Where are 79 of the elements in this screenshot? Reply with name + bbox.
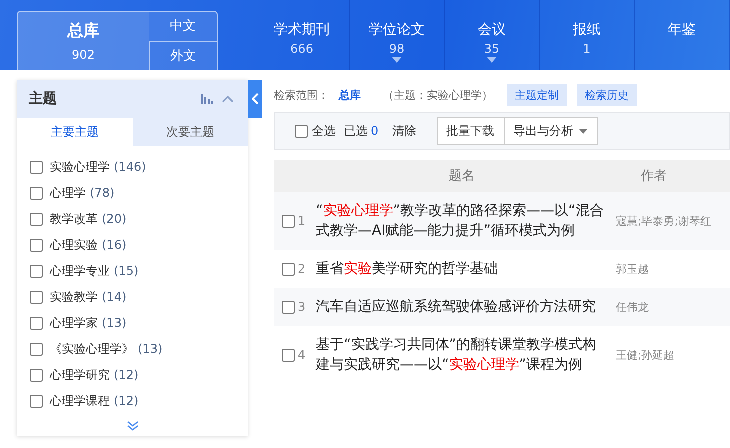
topic-option[interactable]: 心理实验 <box>50 236 98 254</box>
collapse-button[interactable] <box>248 80 262 118</box>
topic-option[interactable]: 实验心理学 <box>50 158 110 176</box>
language-tab[interactable]: 中文 <box>149 12 217 40</box>
facet-tab[interactable]: 次要主题 <box>132 118 248 146</box>
row-number: 1 <box>298 214 307 228</box>
database-count: 35 <box>484 42 500 56</box>
total-tab[interactable]: 总库 902 <box>18 12 149 70</box>
toolbar-button[interactable]: 批量下载 <box>436 117 505 145</box>
facet-title: 主题 <box>29 90 58 108</box>
chevron-left-icon <box>252 93 258 105</box>
selected-count: 0 <box>371 124 379 138</box>
scope-value[interactable]: 总库 <box>339 88 361 102</box>
topic-count: (14) <box>102 290 127 304</box>
database-count: 666 <box>290 42 314 56</box>
double-chevron-down-icon[interactable] <box>126 421 138 431</box>
topic-option[interactable]: 《实验心理学》 <box>50 340 134 358</box>
topic-option[interactable]: 心理学家 <box>50 314 98 332</box>
checkbox[interactable] <box>30 238 43 252</box>
caret-icon[interactable] <box>392 57 402 63</box>
toolbar-button[interactable]: 导出与分析 <box>504 117 598 145</box>
row-number: 4 <box>298 348 307 362</box>
selected-label: 已选 <box>344 122 368 140</box>
topic-count: (12) <box>114 368 139 382</box>
clear-link[interactable]: 清除 <box>392 122 417 140</box>
database-tab[interactable]: 报纸 <box>573 21 601 39</box>
checkbox[interactable] <box>30 212 43 226</box>
topic-option[interactable]: 实验教学 <box>50 288 98 306</box>
topic-option[interactable]: 心理学研究 <box>50 366 110 384</box>
author-names[interactable]: 王健;孙延超 <box>616 348 675 362</box>
scope-label: 检索范围： <box>274 88 329 102</box>
checkbox[interactable] <box>30 368 43 382</box>
checkbox[interactable] <box>30 186 43 200</box>
scope-button[interactable]: 检索历史 <box>577 84 637 106</box>
select-all-label[interactable]: 全选 <box>312 122 336 140</box>
database-count: 98 <box>389 42 405 56</box>
checkbox[interactable] <box>30 316 43 330</box>
row-number: 3 <box>298 300 307 314</box>
checkbox[interactable] <box>282 348 295 362</box>
article-title[interactable]: 汽车自适应巡航系统驾驶体验感评价方法研究 <box>316 297 608 317</box>
checkbox[interactable] <box>282 262 295 276</box>
topic-count: (16) <box>102 238 127 252</box>
column-header: 题名 <box>449 168 475 185</box>
checkbox[interactable] <box>30 264 43 278</box>
bar-chart-icon[interactable] <box>201 94 214 104</box>
article-title[interactable]: 基于“实践学习共同体”的翻转课堂教学模式构建与实践研究——以“实验心理学”课程为例 <box>316 335 608 375</box>
database-count: 1 <box>583 42 591 56</box>
article-title[interactable]: 重省实验美学研究的哲学基础 <box>316 259 608 279</box>
article-title[interactable]: “实验心理学”教学改革的路径探索——以“混合式教学—AI赋能—能力提升”循环模式为例 <box>316 201 608 241</box>
checkbox[interactable] <box>282 300 295 314</box>
topic-option[interactable]: 心理学专业 <box>50 262 110 280</box>
topic-option[interactable]: 心理学 <box>50 184 86 202</box>
topic-option[interactable]: 心理学课程 <box>50 392 110 410</box>
topic-count: (15) <box>114 264 139 278</box>
topic-count: (78) <box>90 186 115 200</box>
author-names[interactable]: 郭玉越 <box>616 262 649 276</box>
database-tab[interactable]: 年鉴 <box>668 21 696 39</box>
scope-button[interactable]: 主题定制 <box>507 84 567 106</box>
checkbox[interactable] <box>30 160 43 174</box>
database-tab[interactable]: 学位论文 <box>369 21 425 39</box>
checkbox[interactable] <box>282 214 295 228</box>
checkbox[interactable] <box>30 342 43 356</box>
checkbox[interactable] <box>30 290 43 304</box>
topic-count: (13) <box>138 342 163 356</box>
database-tab[interactable]: 会议 <box>478 21 506 39</box>
topic-count: (20) <box>102 212 127 226</box>
checkbox[interactable] <box>30 394 43 408</box>
row-number: 2 <box>298 262 307 276</box>
topic-option[interactable]: 教学改革 <box>50 210 98 228</box>
topic-count: (12) <box>114 394 139 408</box>
topic-count: (146) <box>114 160 146 174</box>
topic-count: (13) <box>102 316 127 330</box>
query-text: （主题：实验心理学） <box>383 88 493 102</box>
caret-icon <box>578 128 588 134</box>
database-tab[interactable]: 学术期刊 <box>274 21 330 39</box>
caret-icon[interactable] <box>487 57 497 63</box>
column-header: 作者 <box>641 168 667 185</box>
language-tab[interactable]: 外文 <box>149 40 217 70</box>
checkbox[interactable] <box>295 124 308 138</box>
